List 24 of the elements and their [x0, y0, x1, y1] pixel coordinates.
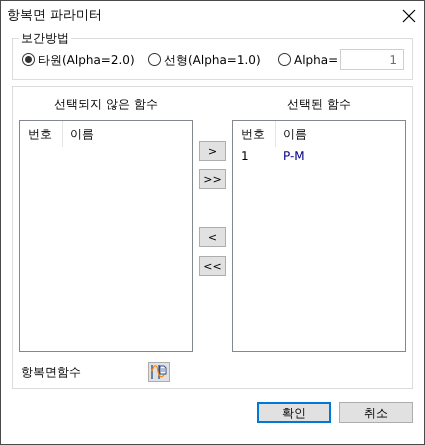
table-cell-text: P-M — [282, 148, 305, 165]
column-header[interactable]: 이름 — [276, 125, 307, 143]
radio-option[interactable]: Alpha= — [278, 50, 338, 68]
table-cell-text: 1 — [240, 148, 250, 165]
function-list[interactable]: 번호 이름 — [19, 120, 193, 352]
dialog-button[interactable]: 취소 — [339, 402, 413, 423]
move-button[interactable]: > — [199, 141, 226, 161]
list-title: 선택된 함수 — [286, 96, 352, 113]
field-label: 항복면함수 — [21, 364, 82, 381]
move-button[interactable]: >> — [199, 169, 226, 189]
column-header[interactable]: 번호 — [241, 125, 265, 143]
column-header[interactable]: 번호 — [28, 125, 52, 143]
radio-option[interactable]: 선형(Alpha=1.0) — [148, 50, 278, 68]
function-list[interactable]: 번호 이름 1 P-M — [232, 120, 406, 352]
window-title: 항복면 파라미터 — [7, 7, 102, 26]
move-button[interactable]: << — [199, 256, 226, 276]
function-chart-button[interactable] — [148, 362, 170, 382]
column-header[interactable]: 이름 — [63, 125, 94, 143]
close-icon[interactable] — [402, 9, 416, 23]
list-title: 선택되지 않은 함수 — [53, 96, 159, 113]
group-label: 보간방법 — [20, 31, 70, 45]
move-button[interactable]: < — [199, 227, 226, 247]
radio-option[interactable]: 타원(Alpha=2.0) — [22, 50, 148, 68]
dialog-button[interactable]: 확인 — [257, 402, 331, 423]
